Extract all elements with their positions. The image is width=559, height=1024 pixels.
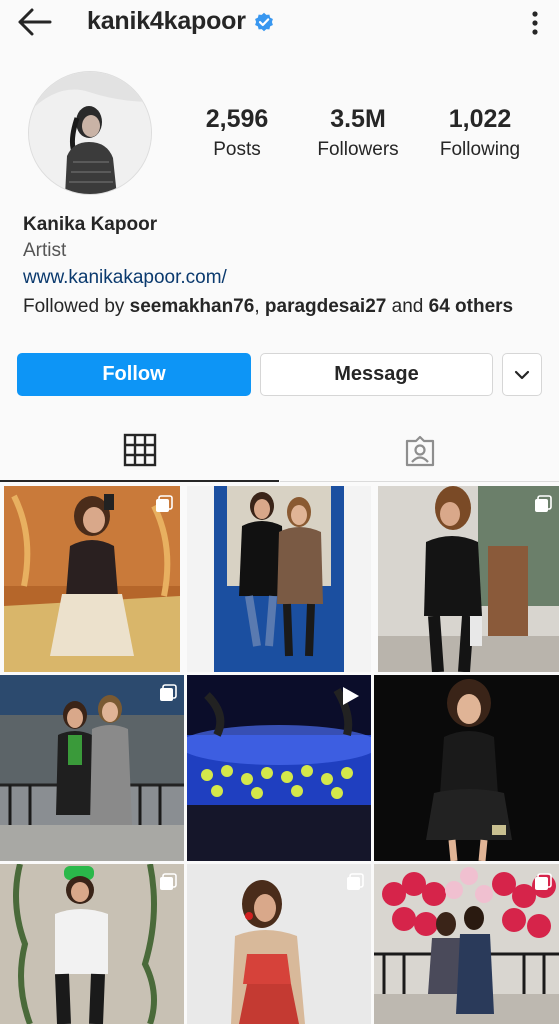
post-thumbnail[interactable] [378,486,559,672]
tagged-icon [405,435,434,466]
avatar-image [29,72,151,194]
followed-by-and: and [386,296,429,317]
post-image [4,486,180,672]
following-stat[interactable]: 1,022 Following [430,105,530,161]
multi-image-icon [156,495,173,512]
following-label: Following [439,139,521,160]
followed-by-separator: , [254,296,265,317]
post-thumbnail[interactable] [374,864,559,1024]
followed-by-user-link[interactable]: paragdesai27 [265,296,386,317]
post-image [374,864,559,1024]
post-image [187,864,371,1024]
tab-posts-grid[interactable] [0,420,279,482]
post-image [187,486,371,672]
following-count: 1,022 [448,105,512,133]
back-arrow-icon[interactable] [14,6,54,38]
post-thumbnail[interactable] [187,486,371,672]
post-thumbnail[interactable] [0,675,184,861]
post-thumbnail[interactable] [187,864,371,1024]
multi-image-icon [160,684,177,701]
followed-by-others-link[interactable]: 64 others [429,296,513,317]
followed-by-prefix: Followed by [23,296,130,317]
more-options-icon[interactable] [529,10,541,36]
post-thumbnail[interactable] [187,675,371,861]
post-image [0,864,184,1024]
followed-by-user-link[interactable]: seemakhan76 [130,296,255,317]
grid-icon [123,433,156,467]
post-image [0,675,184,861]
tab-tagged[interactable] [280,420,559,482]
profile-bio: Kanika Kapoor Artist www.kanikakapoor.co… [23,212,543,321]
profile-category: Artist [23,240,67,261]
profile-website-link[interactable]: www.kanikakapoor.com/ [23,264,543,292]
follow-button[interactable]: Follow [17,353,251,396]
posts-count: 2,596 [205,105,269,133]
profile-tabs [0,420,559,482]
post-image [378,486,559,672]
chevron-down-icon [514,370,530,379]
video-icon [343,687,359,705]
profile-header: kanik4kapoor [0,0,559,48]
post-image [374,675,559,861]
posts-label: Posts [213,139,261,160]
verified-badge-icon [254,12,273,31]
multi-image-icon [160,873,177,890]
post-thumbnail[interactable] [0,864,184,1024]
username-text: kanik4kapoor [87,7,246,35]
posts-stat: 2,596 Posts [195,105,279,161]
suggested-accounts-button[interactable] [502,353,542,396]
profile-name: Kanika Kapoor [23,214,158,235]
followers-count: 3.5M [330,105,386,133]
followers-stat[interactable]: 3.5M Followers [310,105,406,161]
followers-label: Followers [317,139,399,160]
multi-image-icon [347,873,364,890]
post-thumbnail[interactable] [4,486,180,672]
followed-by-text: Followed by seemakhan76, paragdesai27 an… [23,292,543,321]
post-thumbnail[interactable] [374,675,559,861]
profile-avatar[interactable] [28,71,152,195]
message-button[interactable]: Message [260,353,493,396]
multi-image-icon [535,495,552,512]
posts-grid [0,484,559,1024]
username-title: kanik4kapoor [87,7,274,36]
multi-image-icon [535,873,552,890]
